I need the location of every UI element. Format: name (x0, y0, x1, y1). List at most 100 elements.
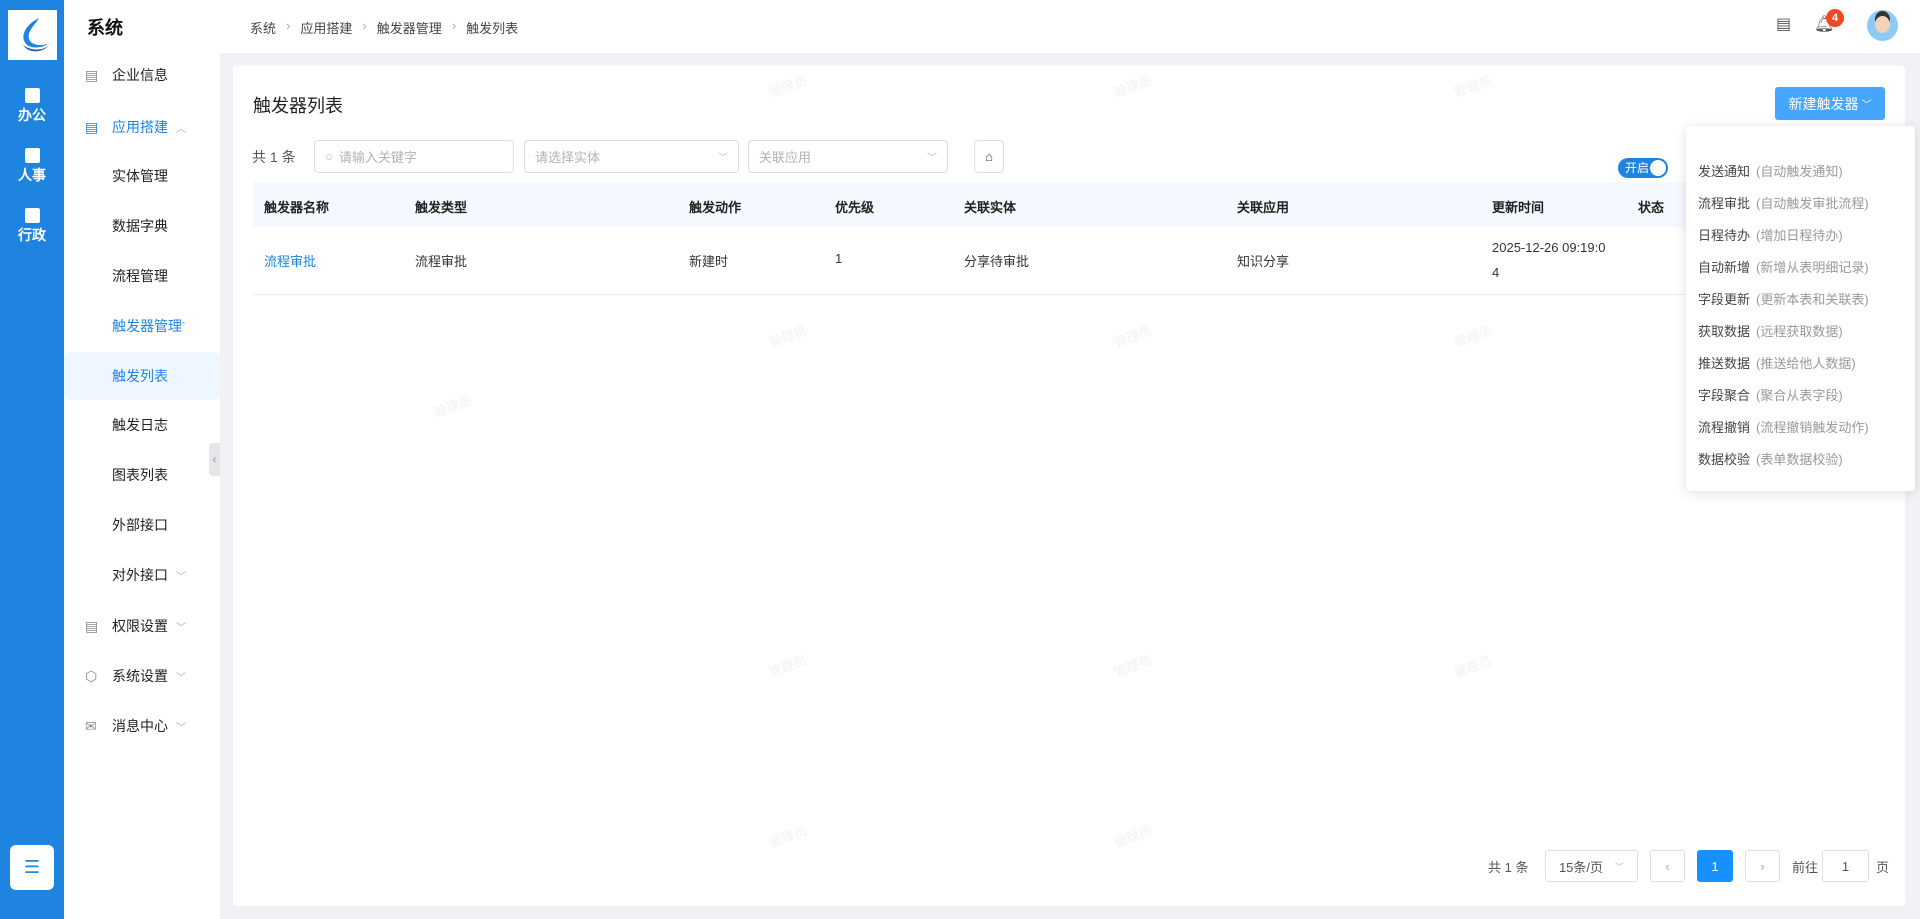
next-page-button[interactable]: › (1745, 850, 1780, 882)
menu-item-trigger-manage[interactable]: 触发器管理 ˆ (64, 302, 220, 350)
watermark: 管理员 (766, 72, 809, 101)
dropdown-item-push-data[interactable]: 推送数据 (推送给他人数据) (1686, 346, 1915, 378)
cell-type: 流程审批 (415, 254, 468, 269)
top-header: 系统 › 应用搭建 › 触发器管理 › 触发列表 (220, 0, 1920, 53)
watermark: 管理员 (1111, 72, 1154, 101)
column-header: 触发器名称 (264, 200, 330, 215)
page-1-button[interactable]: 1 (1697, 850, 1733, 882)
status-toggle[interactable]: 开启 (1618, 158, 1668, 178)
menu-label: 实体管理 (112, 168, 168, 184)
dropdown-item-data-validation[interactable]: 数据校验 (表单数据校验) (1686, 442, 1915, 474)
goto-page-input[interactable]: 1 (1822, 850, 1869, 882)
chevron-left-icon: ‹ (1665, 858, 1670, 874)
menu-label: 对外接口 (112, 567, 168, 583)
clear-filter-button[interactable]: ⌂ (974, 140, 1004, 173)
cell-app: 知识分享 (1237, 254, 1290, 269)
menu-item-open-api[interactable]: 对外接口 ﹀ (64, 551, 220, 599)
menu-item-chart-list[interactable]: 图表列表 (64, 451, 220, 499)
collapse-sidebar-button[interactable]: ‹ (209, 443, 220, 476)
breadcrumb-item[interactable]: 触发器管理 (377, 18, 442, 37)
menu-label: 外部接口 (112, 517, 168, 533)
rail-item-admin[interactable]: 行政 (0, 208, 64, 245)
dropdown-item-field-aggregate[interactable]: 字段聚合 (聚合从表字段) (1686, 378, 1915, 410)
column-header: 更新时间 (1492, 200, 1545, 215)
dropdown-item-process-approval[interactable]: 流程审批 (自动触发审批流程) (1686, 186, 1915, 218)
watermark: 管理员 (1451, 652, 1494, 681)
menu-item-entity[interactable]: 实体管理 (64, 152, 220, 200)
document-icon: ▤ (85, 66, 99, 83)
item-desc: (自动触发通知) (1756, 163, 1843, 179)
watermark: 管理员 (1111, 822, 1154, 851)
rail-item-office[interactable]: 办公 (0, 88, 64, 125)
menu-label: 触发日志 (112, 417, 168, 433)
item-label: 推送数据 (1698, 355, 1751, 371)
table-row: 流程审批 流程审批 新建时 1 分享待审批 知识分享 2025-12-26 09… (253, 227, 1905, 295)
cell-updated: 2025-12-26 09:19:0 (1492, 240, 1606, 255)
menu-item-trigger-list[interactable]: 触发列表 (64, 352, 220, 400)
item-label: 字段更新 (1698, 291, 1751, 307)
rail-label: 办公 (18, 107, 46, 123)
app-select[interactable]: 关联应用 ﹀ (748, 140, 948, 173)
menu-item-external-api[interactable]: 外部接口 (64, 501, 220, 549)
chevron-right-icon: › (362, 18, 367, 33)
page-size-select[interactable]: 15条/页 ﹀ (1545, 850, 1638, 882)
prev-page-button[interactable]: ‹ (1650, 850, 1685, 882)
settings-list-button[interactable]: ☰ (10, 845, 54, 890)
dropdown-item-process-revoke[interactable]: 流程撤销 (流程撤销触发动作) (1686, 410, 1915, 442)
menu-item-permissions[interactable]: ▤ 权限设置 ﹀ (64, 602, 220, 650)
column-header: 关联实体 (964, 200, 1017, 215)
item-desc: (自动触发审批流程) (1756, 195, 1869, 211)
item-label: 字段聚合 (1698, 387, 1751, 403)
column-header: 优先级 (835, 200, 875, 215)
brush-icon: ⌂ (985, 149, 993, 164)
permission-icon: ▤ (85, 617, 99, 634)
watermark: 管理员 (766, 822, 809, 851)
dropdown-item-send-notification[interactable]: 发送通知 (自动触发通知) (1686, 154, 1915, 186)
chevron-down-icon: ﹀ (176, 622, 186, 634)
chevron-down-icon: ﹀ (1615, 861, 1625, 872)
chevron-right-icon: › (1760, 858, 1765, 874)
button-label: 新建触发器 (1788, 95, 1859, 112)
breadcrumb-item[interactable]: 系统 (250, 18, 276, 37)
dropdown-item-schedule-todo[interactable]: 日程待办 (增加日程待办) (1686, 218, 1915, 250)
item-desc: (表单数据校验) (1756, 451, 1843, 467)
list-settings-icon: ☰ (23, 857, 41, 877)
menu-item-messages[interactable]: ✉ 消息中心 ﹀ (64, 702, 220, 750)
item-label: 发送通知 (1698, 163, 1751, 179)
chevron-down-icon: ﹀ (176, 672, 186, 684)
menu-item-system-settings[interactable]: ⬡ 系统设置 ﹀ (64, 652, 220, 700)
side-menu: 系统 ▤ 企业信息 ▤ 应用搭建 ︿ 实体管理 数据字典 流程管理 触发器管理 ˆ 触发… (64, 0, 220, 919)
menu-item-app-build[interactable]: ▤ 应用搭建 ︿ (64, 103, 220, 151)
menu-item-company-info[interactable]: ▤ 企业信息 (64, 51, 220, 99)
new-trigger-button[interactable]: 新建触发器 ﹀ (1775, 87, 1885, 120)
menu-label: 触发器管理 (112, 318, 182, 334)
page-size-value: 15条/页 (1558, 859, 1604, 875)
menu-label: 系统设置 (112, 668, 168, 684)
pagination-total: 共 1 条 (1488, 859, 1529, 875)
keyword-search-input[interactable]: ○ 请输入关键字 (314, 140, 514, 173)
notification-badge: 4 (1826, 9, 1844, 27)
chevron-down-icon: ﹀ (718, 153, 728, 164)
dropdown-item-field-update[interactable]: 字段更新 (更新本表和关联表) (1686, 282, 1915, 314)
column-header: 触发类型 (415, 200, 468, 215)
item-desc: (流程撤销触发动作) (1756, 419, 1869, 435)
dropdown-item-auto-create[interactable]: 自动新增 (新增从表明细记录) (1686, 250, 1915, 282)
main-card: 管理员 管理员 管理员 管理员 管理员 管理员 管理员 管理员 管理员 管理员 … (233, 66, 1905, 906)
menu-label: 数据字典 (112, 218, 168, 234)
watermark: 管理员 (1451, 322, 1494, 351)
dropdown-item-fetch-data[interactable]: 获取数据 (远程获取数据) (1686, 314, 1915, 346)
avatar[interactable] (1867, 10, 1898, 41)
menu-item-process[interactable]: 流程管理 (64, 252, 220, 300)
cell-entity: 分享待审批 (964, 254, 1030, 269)
entity-select[interactable]: 请选择实体 ﹀ (524, 140, 739, 173)
watermark: 管理员 (1451, 72, 1494, 101)
menu-item-trigger-log[interactable]: 触发日志 (64, 401, 220, 449)
menu-item-dictionary[interactable]: 数据字典 (64, 202, 220, 250)
trigger-name-link[interactable]: 流程审批 (264, 251, 316, 270)
chevron-down-icon: ﹀ (927, 153, 937, 164)
notebook-icon[interactable]: ▤ (1776, 14, 1791, 34)
breadcrumb-item[interactable]: 应用搭建 (300, 18, 352, 37)
item-label: 自动新增 (1698, 259, 1751, 275)
chevron-down-icon: ﹀ (1861, 100, 1872, 111)
rail-item-hr[interactable]: 人事 (0, 148, 64, 185)
